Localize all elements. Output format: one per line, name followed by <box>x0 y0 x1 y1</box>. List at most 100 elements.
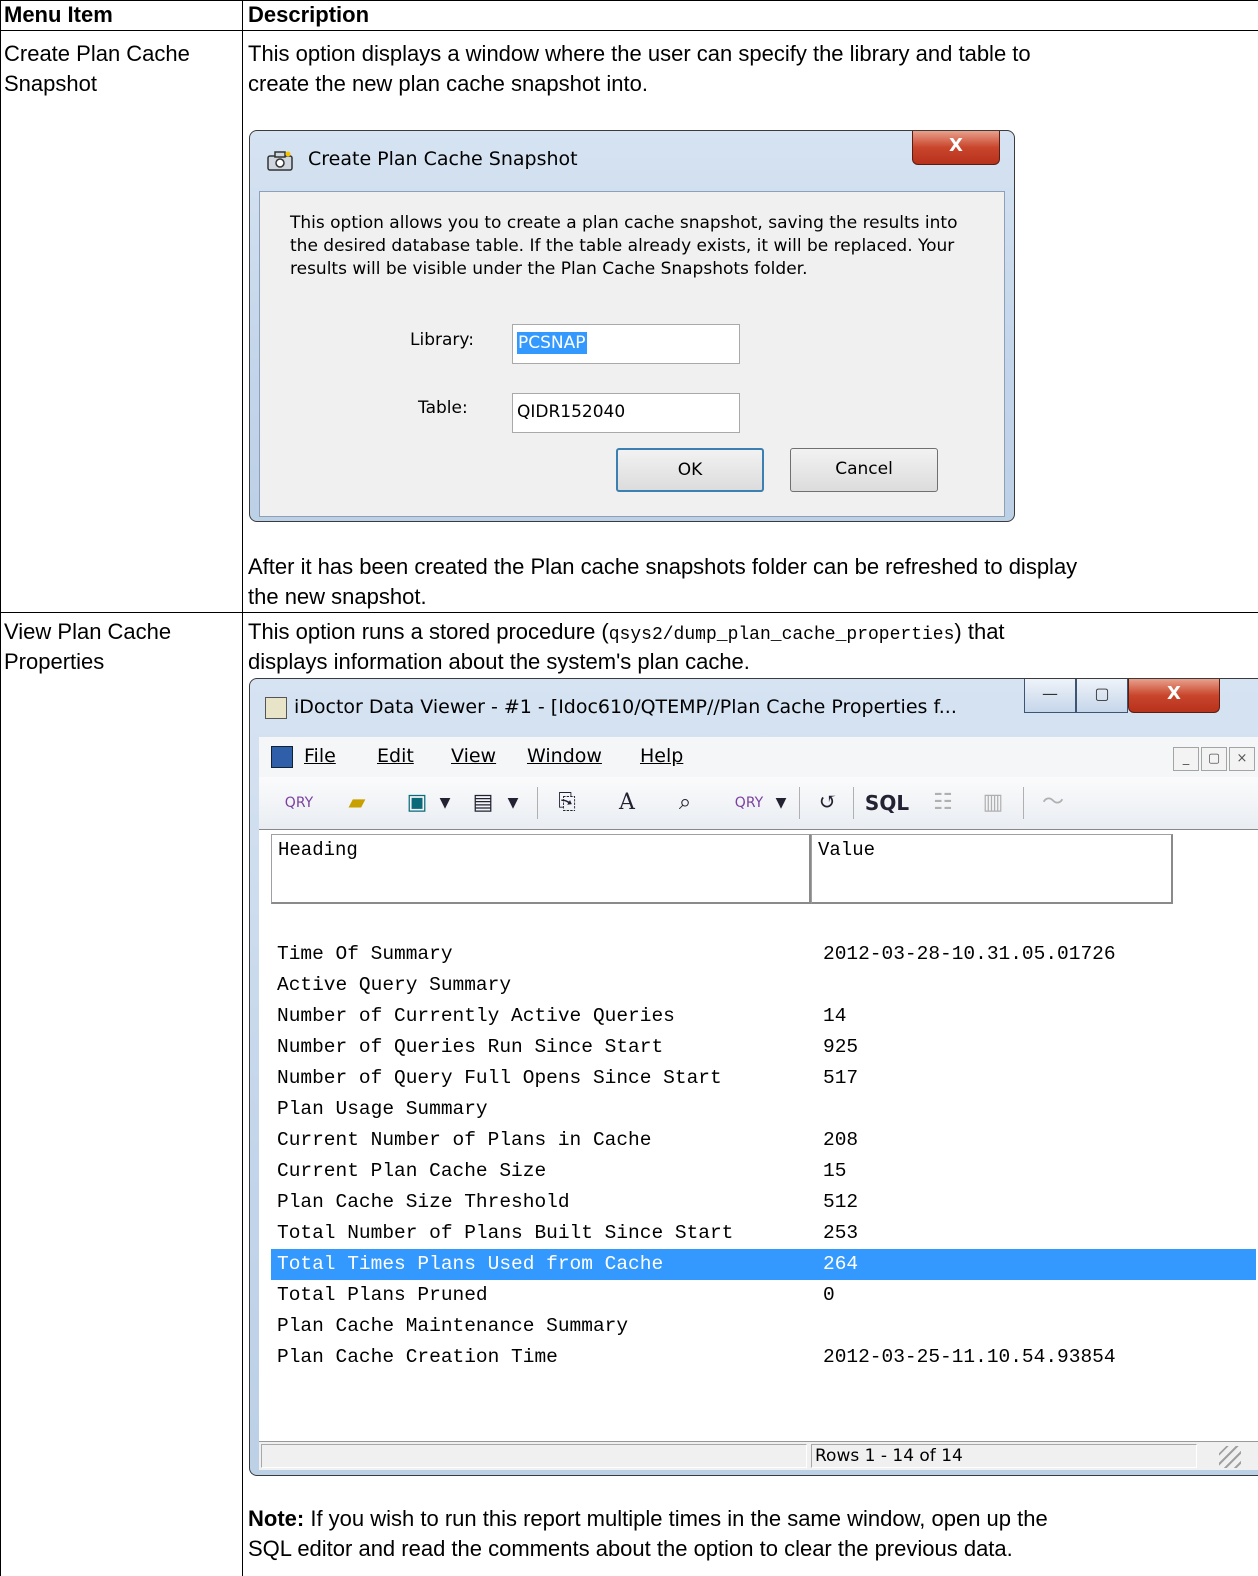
ok-button[interactable]: OK <box>616 448 764 492</box>
row-divider <box>0 612 1258 613</box>
header-description: Description <box>248 2 370 27</box>
cell-heading: Total Plans Pruned <box>277 1284 488 1306</box>
create-desc-line1: This option displays a window where the … <box>248 41 1031 66</box>
table-row[interactable]: Time Of Summary 2012-03-28-10.31.05.01726 <box>271 939 1256 970</box>
grid-view-icon[interactable]: ☷ <box>923 787 963 819</box>
table-row[interactable]: Total Times Plans Used from Cache 264 <box>271 1249 1256 1280</box>
table-border-left <box>0 0 1 1576</box>
menu-help[interactable]: Help <box>640 745 683 767</box>
status-bar: Rows 1 - 14 of 14 <box>259 1441 1258 1470</box>
cell-heading: Number of Query Full Opens Since Start <box>277 1067 722 1089</box>
library-input[interactable]: PCSNAP <box>512 324 740 364</box>
query-run-icon[interactable]: QRY <box>729 787 769 819</box>
table-row[interactable]: Current Plan Cache Size 15 <box>271 1156 1256 1187</box>
menu-help-label: Help <box>640 745 684 767</box>
note-label: Note: <box>248 1506 305 1531</box>
mdi-minimize-button[interactable]: _ <box>1173 747 1199 771</box>
save-icon[interactable]: ▣ <box>401 787 433 819</box>
status-rows: Rows 1 - 14 of 14 <box>811 1444 1197 1468</box>
menu-item-view-line1: View Plan Cache <box>4 619 172 644</box>
table-row[interactable]: Plan Cache Size Threshold 512 <box>271 1187 1256 1218</box>
view-desc-pre: This option runs a stored procedure ( <box>248 619 609 644</box>
table-input[interactable]: QIDR152040 <box>512 393 740 433</box>
view-desc-line1: This option runs a stored procedure (qsy… <box>248 618 1005 649</box>
menu-edit-label: Edit <box>377 745 414 767</box>
results-grid[interactable]: Heading Value Time Of Summary 2012-03-28-… <box>259 829 1258 1442</box>
cell-value: 0 <box>823 1284 835 1306</box>
cell-heading: Current Plan Cache Size <box>277 1160 547 1182</box>
cell-value: 925 <box>823 1036 859 1058</box>
cell-heading: Number of Queries Run Since Start <box>277 1036 664 1058</box>
menu-edit[interactable]: Edit <box>377 745 414 767</box>
resize-grip[interactable] <box>1219 1446 1241 1468</box>
table-row[interactable]: Number of Currently Active Queries 14 <box>271 1001 1256 1032</box>
viewer-title: iDoctor Data Viewer - #1 - [Idoc610/QTEM… <box>294 696 957 718</box>
toolbar-separator-2 <box>799 787 800 819</box>
document-table: Menu Item Description Create Plan Cache … <box>0 0 1258 1576</box>
restore-button[interactable]: ▢ <box>1076 679 1128 713</box>
menu-view[interactable]: View <box>451 745 496 767</box>
properties-dropdown-icon[interactable]: ▼ <box>503 787 523 819</box>
menu-file[interactable]: File <box>304 745 336 767</box>
menu-bar: File Edit View Window Help _ ▢ × <box>259 737 1258 777</box>
window-close-button[interactable]: X <box>1128 679 1220 713</box>
table-row[interactable]: Number of Queries Run Since Start 925 <box>271 1032 1256 1063</box>
menu-item-create-line2: Snapshot <box>4 71 97 96</box>
sql-button[interactable]: SQL <box>859 787 915 819</box>
table-row[interactable]: Total Plans Pruned 0 <box>271 1280 1256 1311</box>
data-viewer-window: iDoctor Data Viewer - #1 - [Idoc610/QTEM… <box>249 678 1258 1476</box>
table-row[interactable]: Total Number of Plans Built Since Start 2… <box>271 1218 1256 1249</box>
note-line1: Note: If you wish to run this report mul… <box>248 1505 1048 1533</box>
save-dropdown-icon[interactable]: ▼ <box>435 787 455 819</box>
column-divider <box>242 0 243 1576</box>
copy-icon[interactable]: ⎘ <box>551 787 583 819</box>
line-chart-icon[interactable]: 〜 <box>1031 787 1075 819</box>
cell-heading: Current Number of Plans in Cache <box>277 1129 652 1151</box>
cancel-button[interactable]: Cancel <box>790 448 938 492</box>
properties-icon[interactable]: ▤ <box>467 787 499 819</box>
query-icon[interactable]: QRY <box>279 787 319 819</box>
create-after-line2: the new snapshot. <box>248 584 427 609</box>
note-line2: SQL editor and read the comments about t… <box>248 1536 1013 1561</box>
font-icon[interactable]: A <box>611 787 643 819</box>
mdi-close-button[interactable]: × <box>1229 747 1255 771</box>
mdi-restore-button[interactable]: ▢ <box>1201 747 1227 771</box>
column-header-heading[interactable]: Heading <box>271 834 811 904</box>
table-row[interactable]: Number of Query Full Opens Since Start 51… <box>271 1063 1256 1094</box>
dialog-close-button[interactable]: X <box>912 131 1000 165</box>
menu-file-label: File <box>304 745 336 767</box>
table-row[interactable]: Current Number of Plans in Cache 208 <box>271 1125 1256 1156</box>
mdi-document-icon <box>271 746 293 768</box>
find-icon[interactable]: ⌕ <box>669 787 701 819</box>
cell-value: 264 <box>823 1253 859 1275</box>
cell-heading: Plan Cache Maintenance Summary <box>277 1315 629 1337</box>
table-value: QIDR152040 <box>517 402 626 422</box>
menu-item-create-line1: Create Plan Cache <box>4 41 190 66</box>
menu-view-label: View <box>451 745 497 767</box>
cell-heading: Active Query Summary <box>277 974 512 996</box>
cell-value: 2012-03-25-11.10.54.93854 <box>823 1346 1116 1368</box>
cell-value: 15 <box>823 1160 847 1182</box>
bar-chart-icon[interactable]: ▥ <box>971 787 1015 819</box>
menu-window[interactable]: Window <box>527 745 602 767</box>
refresh-icon[interactable]: ↺ <box>811 787 845 819</box>
table-row[interactable]: Plan Cache Maintenance Summary <box>271 1311 1256 1342</box>
table-row[interactable]: Plan Usage Summary <box>271 1094 1256 1125</box>
table-row[interactable]: Plan Cache Creation Time 2012-03-25-11.10… <box>271 1342 1256 1373</box>
create-desc-line2: create the new plan cache snapshot into. <box>248 71 648 96</box>
query-dropdown-icon[interactable]: ▼ <box>771 787 791 819</box>
cell-heading: Total Number of Plans Built Since Start <box>277 1222 734 1244</box>
open-folder-icon[interactable]: ▰ <box>339 787 375 819</box>
cell-heading: Number of Currently Active Queries <box>277 1005 675 1027</box>
toolbar-separator-3 <box>853 787 854 819</box>
app-icon <box>265 697 287 719</box>
toolbar: QRY ▰ ▣ ▼ ▤ ▼ ⎘ A ⌕ QRY ▼ ↺ SQL ☷ ▥ 〜 <box>259 777 1258 829</box>
dialog-title: Create Plan Cache Snapshot <box>308 148 578 170</box>
minimize-button[interactable]: — <box>1024 679 1076 713</box>
cell-value: 512 <box>823 1191 859 1213</box>
cell-heading: Plan Usage Summary <box>277 1098 488 1120</box>
table-row[interactable]: Active Query Summary <box>271 970 1256 1001</box>
cell-value: 14 <box>823 1005 847 1027</box>
cell-heading: Plan Cache Size Threshold <box>277 1191 570 1213</box>
column-header-value[interactable]: Value <box>811 834 1173 904</box>
